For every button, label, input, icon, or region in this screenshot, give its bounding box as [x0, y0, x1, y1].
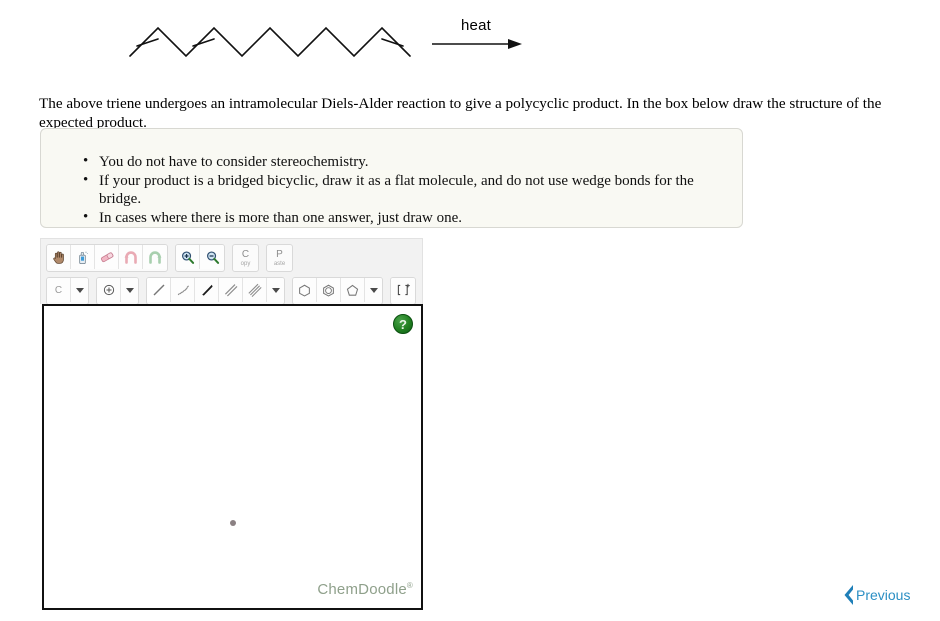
hashed-wedge-bond-icon: [177, 285, 189, 296]
redo-tool[interactable]: [143, 245, 167, 269]
hexagon-icon: [299, 284, 310, 297]
paste-button[interactable]: P aste: [266, 244, 293, 272]
charge-dropdown[interactable]: [121, 278, 138, 302]
magnifier-minus-icon: [206, 250, 219, 264]
double-bond-tool[interactable]: [219, 278, 243, 302]
zoom-in-tool[interactable]: [176, 245, 200, 269]
toolbar-group-edit[interactable]: [46, 244, 168, 272]
triple-bond-icon: [247, 283, 262, 297]
toolbar-row-primary[interactable]: C opy P aste: [41, 239, 422, 274]
zoom-out-tool[interactable]: [200, 245, 224, 269]
cyclohexane-ring-tool[interactable]: [293, 278, 317, 302]
reaction-conditions: heat: [428, 17, 524, 56]
element-label-tool[interactable]: C: [47, 278, 71, 302]
toolbar-group-rings[interactable]: [292, 277, 383, 305]
redo-arrow-icon: [149, 251, 162, 264]
chevron-down-icon: [271, 287, 280, 293]
list-item: If your product is a bridged bicyclic, d…: [83, 171, 732, 209]
instructions-box: You do not have to consider stereochemis…: [40, 128, 743, 228]
copy-button[interactable]: C opy: [232, 244, 259, 272]
single-bond-tool[interactable]: [147, 278, 171, 302]
solid-wedge-bond-icon: [201, 284, 213, 296]
sketcher-toolbar[interactable]: C opy P aste C: [40, 238, 423, 307]
plus-circle-icon: [103, 284, 114, 296]
drawing-canvas[interactable]: ? ChemDoodle®: [42, 304, 423, 610]
copy-button-label: opy: [240, 260, 251, 267]
eraser-tool[interactable]: [95, 245, 119, 269]
erase-all-tool[interactable]: [71, 245, 95, 269]
chevron-down-icon: [369, 287, 378, 293]
undo-tool[interactable]: [119, 245, 143, 269]
charge-tool[interactable]: [97, 278, 121, 302]
benzene-ring-tool[interactable]: [317, 278, 341, 302]
reagent-label: heat: [461, 17, 491, 34]
benzene-ring-icon: [323, 284, 334, 297]
help-button[interactable]: ?: [393, 314, 413, 334]
eraser-icon: [100, 252, 113, 263]
magnifier-plus-icon: [182, 250, 195, 264]
toolbar-group-bonds[interactable]: [146, 277, 285, 305]
hash-bond-tool[interactable]: [171, 278, 195, 302]
toolbar-row-secondary[interactable]: C: [41, 274, 422, 307]
triple-bond-tool[interactable]: [243, 278, 267, 302]
instructions-list: You do not have to consider stereochemis…: [41, 129, 742, 227]
question-prompt: The above triene undergoes an intramolec…: [39, 95, 882, 132]
bond-dropdown[interactable]: [267, 278, 284, 302]
help-icon: ?: [399, 316, 407, 332]
chevron-down-icon: [125, 287, 134, 293]
chemdoodle-watermark: ChemDoodle®: [317, 581, 413, 598]
canvas-cursor-dot: [230, 520, 236, 526]
paste-button-label: aste: [273, 260, 286, 267]
cyclopentane-ring-tool[interactable]: [341, 278, 365, 302]
double-bond-icon: [224, 284, 237, 297]
bracket-charge-tool[interactable]: [391, 278, 415, 302]
undo-arrow-icon: [124, 251, 137, 264]
pentagon-icon: [346, 284, 359, 296]
reactant-structure-image: [126, 18, 416, 67]
element-letter-icon: C: [54, 284, 63, 296]
ring-dropdown[interactable]: [365, 278, 382, 302]
list-item: You do not have to consider stereochemis…: [83, 152, 732, 172]
wedge-bond-tool[interactable]: [195, 278, 219, 302]
toolbar-group-zoom[interactable]: [175, 244, 225, 272]
bracket-charge-icon: [397, 283, 410, 296]
chemdoodle-sketcher[interactable]: C opy P aste C ? ChemDoodle®: [40, 238, 423, 610]
toolbar-group-bracket[interactable]: [390, 277, 416, 305]
reaction-scheme: heat: [0, 0, 940, 76]
spray-can-icon: [79, 251, 88, 264]
single-bond-icon: [153, 284, 164, 296]
paste-button-big-letter: P: [276, 248, 283, 260]
previous-button-label: Previous: [856, 587, 911, 603]
registered-trademark-icon: ®: [406, 581, 413, 590]
forward-reaction-arrow-icon: [432, 39, 522, 49]
chevron-down-icon: [75, 287, 84, 293]
element-dropdown[interactable]: [71, 278, 88, 302]
list-item: In cases where there is more than one an…: [83, 208, 732, 228]
toolbar-group-element[interactable]: C: [46, 277, 89, 305]
previous-button[interactable]: Previous: [842, 584, 910, 606]
hand-icon: [53, 250, 64, 264]
copy-button-big-letter: C: [241, 248, 250, 260]
chemdoodle-watermark-text: ChemDoodle: [317, 581, 407, 598]
toolbar-group-charge[interactable]: [96, 277, 139, 305]
chevron-left-icon: [842, 584, 855, 606]
pan-hand-tool[interactable]: [47, 245, 71, 269]
